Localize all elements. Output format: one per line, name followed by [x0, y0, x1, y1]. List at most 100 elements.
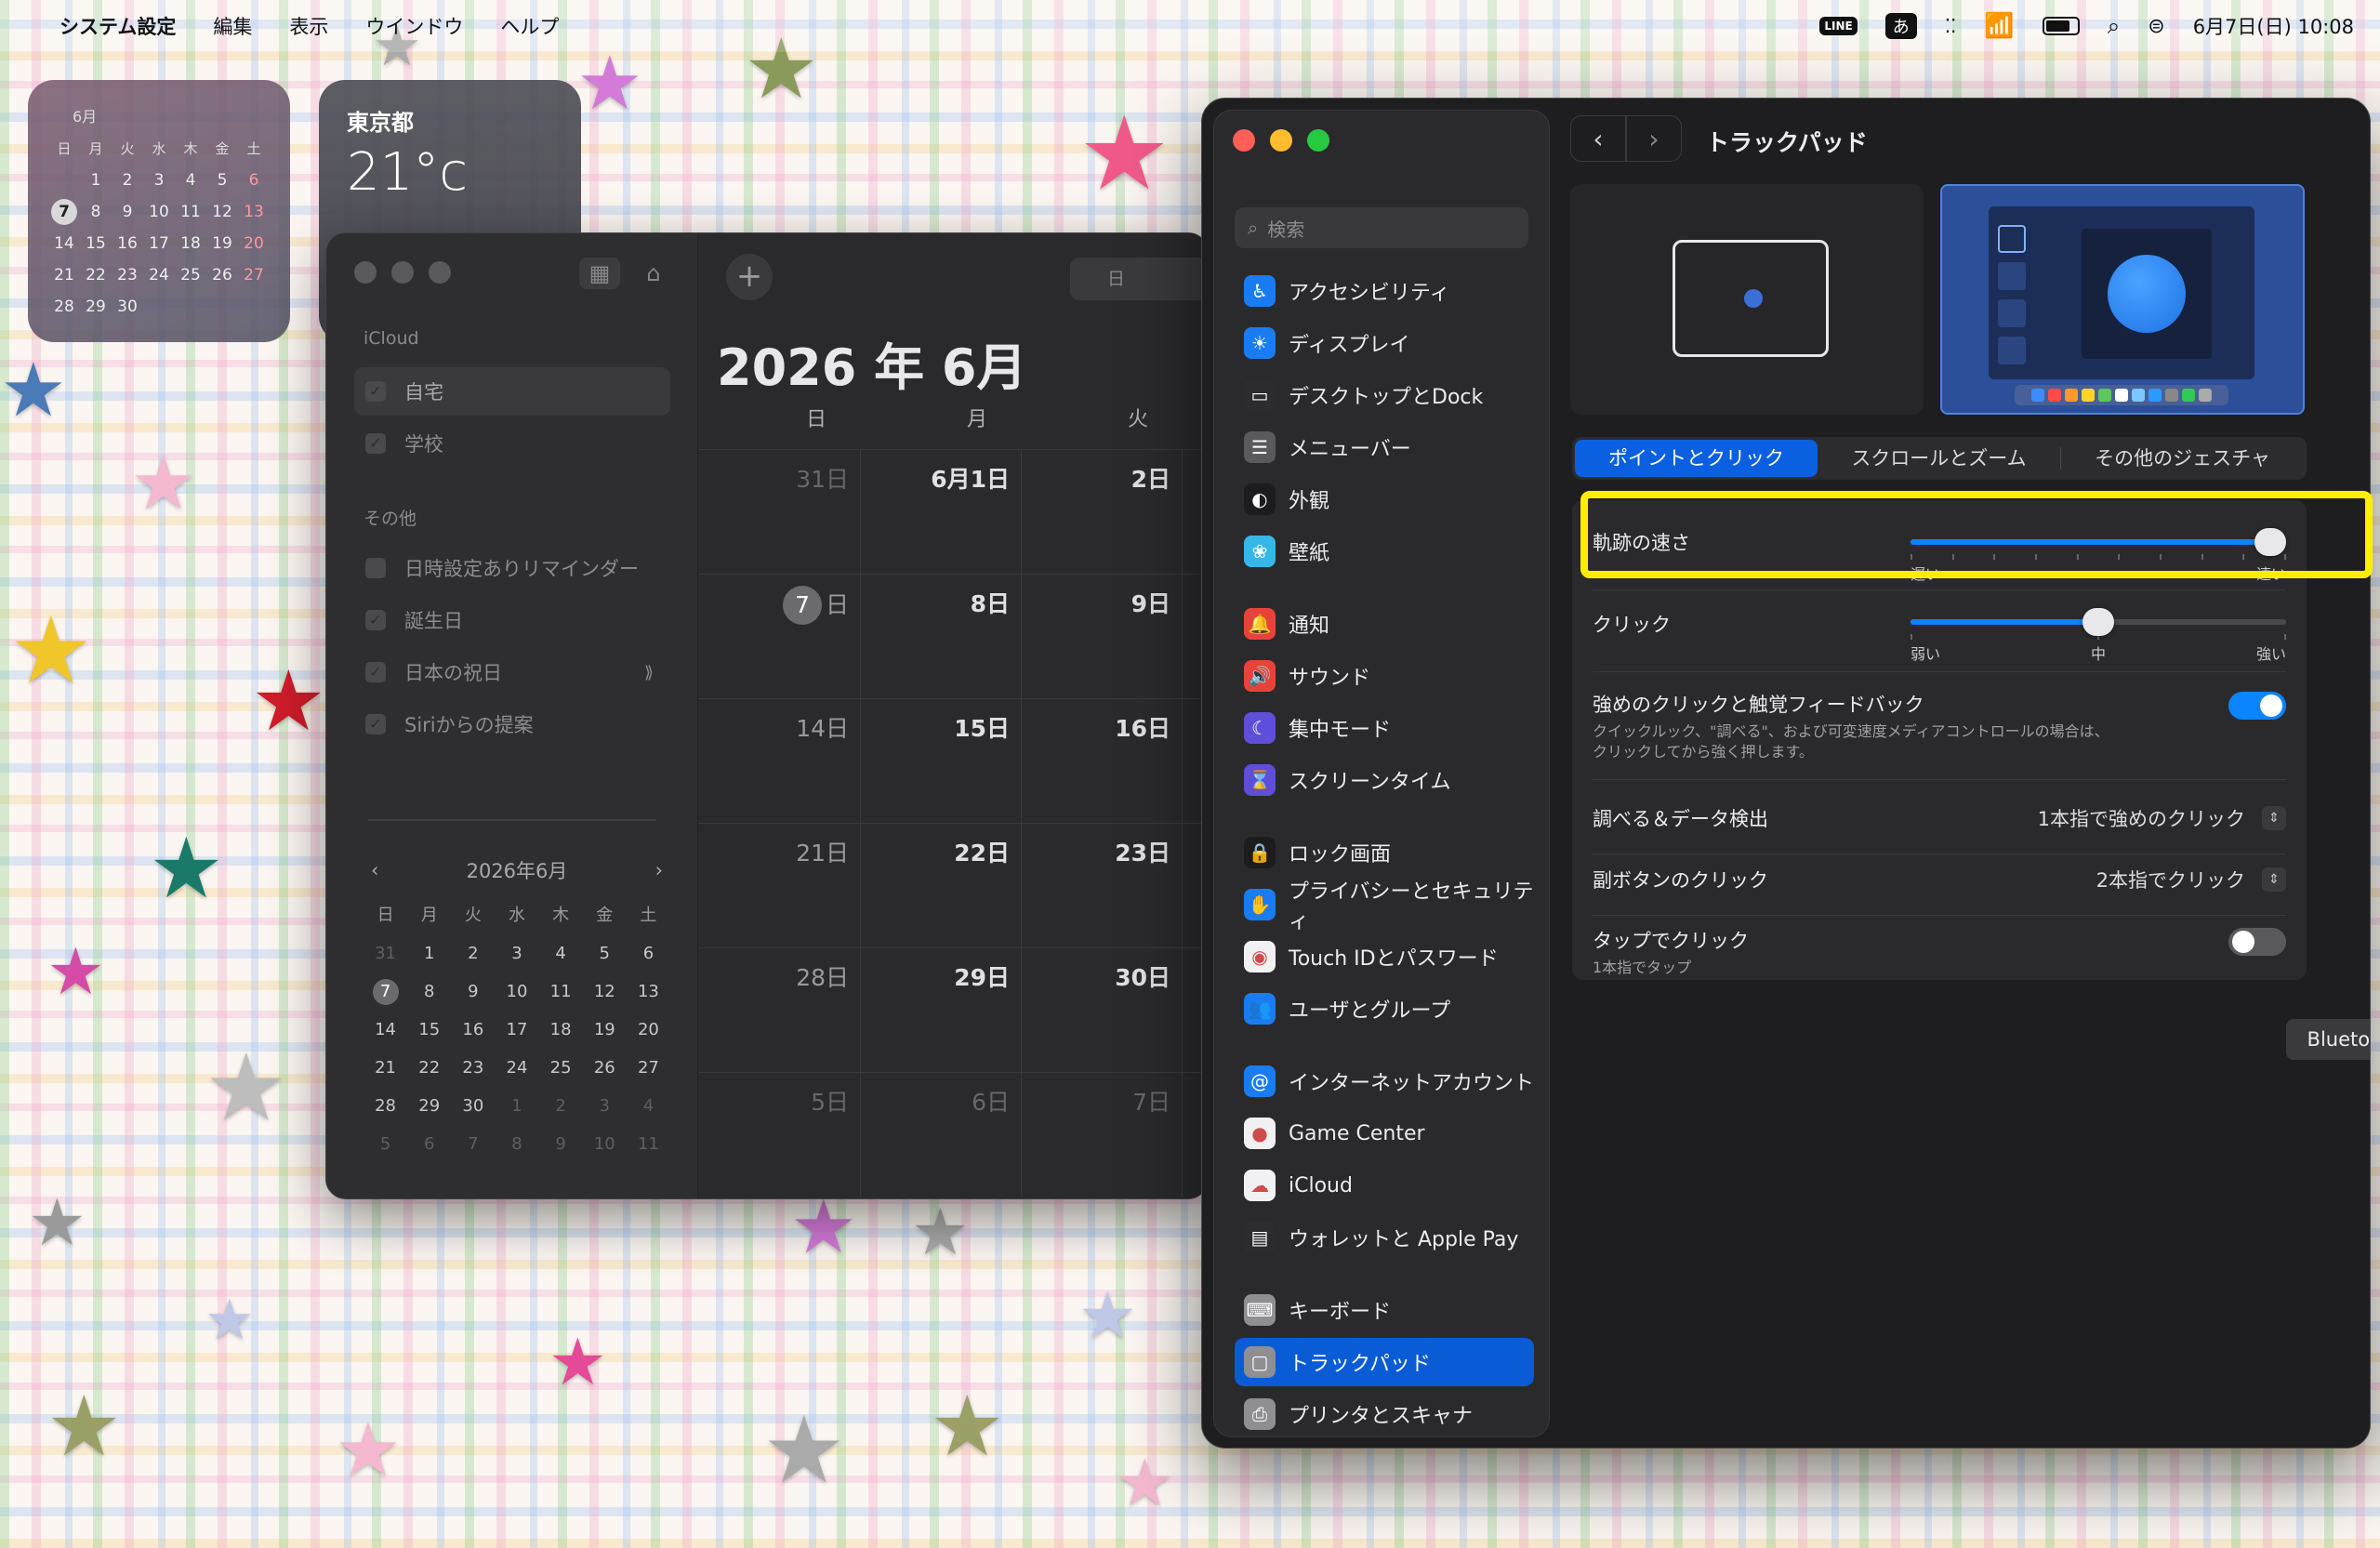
- day-cell[interactable]: 2日: [1022, 450, 1183, 574]
- day-cell[interactable]: 9日: [1022, 575, 1183, 698]
- day-cell[interactable]: 31日: [698, 450, 861, 574]
- mini-calendar-day[interactable]: 6: [627, 941, 670, 967]
- secondary-click-row[interactable]: 副ボタンのクリック 2本指でクリック ⇕: [1572, 861, 2307, 898]
- checkbox-checked-icon[interactable]: ✓: [365, 610, 386, 630]
- mini-calendar-day[interactable]: 7: [451, 1131, 495, 1158]
- lookup-value[interactable]: 1本指で強めのクリック: [2038, 804, 2245, 832]
- mini-calendar-day[interactable]: 10: [583, 1131, 627, 1158]
- zoom-button[interactable]: [1307, 129, 1329, 152]
- sidebar-item-privacy-hand[interactable]: ✋ プライバシーとセキュリティ: [1235, 880, 1534, 933]
- sidebar-item-users[interactable]: 👥 ユーザとグループ: [1235, 985, 1534, 1033]
- mini-calendar-day[interactable]: 2: [539, 1093, 583, 1119]
- day-cell[interactable]: 22日: [861, 824, 1022, 947]
- lookup-row[interactable]: 調べる＆データ検出 1本指で強めのクリック ⇕: [1572, 800, 2307, 837]
- sidebar-item-lock[interactable]: 🔒 ロック画面: [1235, 828, 1534, 877]
- force-click-toggle[interactable]: [2228, 692, 2286, 720]
- mini-calendar-day[interactable]: 8: [407, 979, 451, 1005]
- menu-window[interactable]: ウインドウ: [365, 12, 463, 40]
- chevron-right-icon[interactable]: ›: [655, 859, 663, 881]
- checkbox-checked-icon[interactable]: ✓: [365, 381, 386, 402]
- calendar-widget[interactable]: 6月 日月火水木金土 1 2 3 4 5 6 7 8 9 10 11 12 13 14 15 16 17 18 19 2…: [28, 80, 290, 342]
- mini-calendar-day[interactable]: 24: [495, 1055, 538, 1081]
- mini-calendar-day[interactable]: 11: [539, 979, 583, 1005]
- calendar-item-school[interactable]: ✓ 学校: [354, 419, 670, 468]
- mini-calendar-day[interactable]: 11: [627, 1131, 670, 1158]
- sidebar-item-fingerprint[interactable]: ◉ Touch IDとパスワード: [1235, 933, 1534, 981]
- day-cell[interactable]: 30日: [1022, 948, 1183, 1072]
- day-cell[interactable]: 7日: [698, 575, 861, 698]
- sidebar-item-menubar[interactable]: ☰ メニューバー: [1235, 423, 1534, 471]
- mini-calendar-day[interactable]: 31: [364, 941, 407, 967]
- tab-point-click[interactable]: ポイントとクリック: [1575, 440, 1818, 477]
- mini-calendar-day[interactable]: 28: [364, 1093, 407, 1119]
- mini-calendar-day[interactable]: 3: [583, 1093, 627, 1119]
- menu-app-name[interactable]: システム設定: [60, 12, 176, 40]
- tab-scroll-zoom[interactable]: スクロールとズーム: [1818, 440, 2060, 477]
- day-cell[interactable]: 8日: [861, 575, 1022, 698]
- wifi-icon[interactable]: 📶: [1984, 12, 2014, 40]
- sidebar-item-wallpaper[interactable]: ❀ 壁紙: [1235, 527, 1534, 576]
- day-cell[interactable]: 16日: [1022, 699, 1183, 823]
- mini-calendar-day[interactable]: 30: [451, 1093, 495, 1119]
- mini-calendar-day[interactable]: 14: [364, 1017, 407, 1043]
- day-cell[interactable]: 7日: [1022, 1073, 1183, 1197]
- mini-calendar-day[interactable]: 7: [372, 979, 399, 1005]
- slider-knob[interactable]: [2082, 608, 2114, 636]
- bluetooth-trackpad-setup-button[interactable]: Bluetoothトラックパッドを設定...: [2286, 1019, 2370, 1060]
- secondary-click-value[interactable]: 2本指でクリック: [2096, 866, 2245, 893]
- menu-help[interactable]: ヘルプ: [500, 12, 559, 40]
- calendar-item-birthdays[interactable]: ✓ 誕生日: [354, 596, 670, 644]
- mini-calendar-day[interactable]: 18: [539, 1017, 583, 1043]
- mini-calendar-day[interactable]: 26: [583, 1055, 627, 1081]
- mini-calendar-day[interactable]: 15: [407, 1017, 451, 1043]
- day-cell[interactable]: 6日: [861, 1073, 1022, 1197]
- sidebar-item-trackpad[interactable]: ▢ トラックパッド: [1235, 1338, 1534, 1386]
- view-day-button[interactable]: 日: [1070, 258, 1208, 300]
- mini-calendar-day[interactable]: 1: [407, 941, 451, 967]
- mini-calendar-day[interactable]: 22: [407, 1055, 451, 1081]
- menu-edit[interactable]: 編集: [213, 12, 252, 40]
- mini-calendar-day[interactable]: 1: [495, 1093, 538, 1119]
- day-cell[interactable]: 29日: [861, 948, 1022, 1072]
- day-cell[interactable]: 5日: [698, 1073, 861, 1197]
- checkbox-icon[interactable]: [365, 558, 386, 578]
- zoom-button[interactable]: [429, 261, 451, 284]
- mini-calendar-day[interactable]: 20: [627, 1017, 670, 1043]
- checkbox-checked-icon[interactable]: ✓: [365, 714, 386, 734]
- mini-calendar-day[interactable]: 13: [627, 979, 670, 1005]
- calendar-item-home[interactable]: ✓ 自宅: [354, 367, 670, 416]
- click-pressure-slider[interactable]: 弱い 中 強い: [1911, 608, 2286, 663]
- add-event-button[interactable]: +: [726, 254, 773, 300]
- day-cell[interactable]: 6月1日: [861, 450, 1022, 574]
- day-cell[interactable]: 28日: [698, 948, 861, 1072]
- sidebar-item-accessibility[interactable]: ♿ アクセシビリティ: [1235, 267, 1534, 315]
- popup-chevron-icon[interactable]: ⇕: [2262, 806, 2286, 830]
- mini-calendar-day[interactable]: 4: [539, 941, 583, 967]
- minimize-button[interactable]: [1270, 129, 1292, 152]
- menu-view[interactable]: 表示: [289, 12, 328, 40]
- mini-calendar-day[interactable]: 16: [451, 1017, 495, 1043]
- battery-icon[interactable]: [2042, 17, 2080, 35]
- sidebar-item-gamecenter[interactable]: ● Game Center: [1235, 1109, 1534, 1158]
- mini-calendar-day[interactable]: 5: [583, 941, 627, 967]
- input-method-icon[interactable]: あ: [1884, 13, 1917, 39]
- sidebar-item-printer[interactable]: ⎙ プリンタとスキャナ: [1235, 1390, 1534, 1438]
- spotlight-search-icon[interactable]: ⌕: [2108, 13, 2120, 39]
- calendar-item-siri[interactable]: ✓ Siriからの提案: [354, 700, 670, 748]
- sidebar-item-appearance[interactable]: ◐ 外観: [1235, 475, 1534, 523]
- mini-calendar-day[interactable]: 12: [583, 979, 627, 1005]
- back-button[interactable]: ‹: [1570, 115, 1626, 162]
- tab-more-gestures[interactable]: その他のジェスチャ: [2061, 440, 2304, 477]
- mini-calendar-day[interactable]: 6: [407, 1131, 451, 1158]
- close-button[interactable]: [354, 261, 377, 284]
- mini-calendar-day[interactable]: 23: [451, 1055, 495, 1081]
- calendar-item-holidays[interactable]: ✓ 日本の祝日 ⟫: [354, 648, 670, 696]
- day-cell[interactable]: 21日: [698, 824, 861, 947]
- line-status-icon[interactable]: LINE: [1819, 17, 1858, 35]
- forward-button[interactable]: ›: [1626, 115, 1682, 162]
- sidebar-item-display[interactable]: ☀ ディスプレイ: [1235, 319, 1534, 367]
- mini-calendar-day[interactable]: 27: [627, 1055, 670, 1081]
- control-center-icon[interactable]: ⊜: [2148, 15, 2164, 38]
- mini-calendar-day[interactable]: 17: [495, 1017, 538, 1043]
- mini-calendar-day[interactable]: 19: [583, 1017, 627, 1043]
